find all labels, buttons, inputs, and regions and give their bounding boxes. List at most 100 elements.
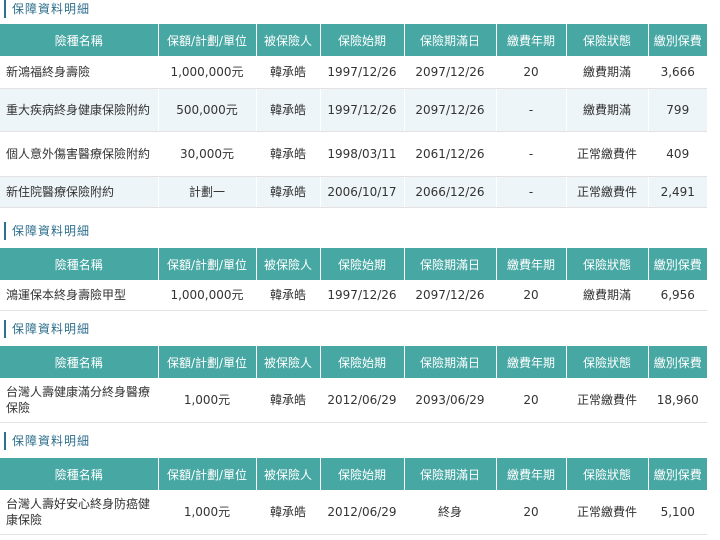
col-header-status: 保險狀態 [566, 248, 649, 280]
maturity-date-cell: 2097/12/26 [404, 56, 497, 89]
premium-cell: 6,956 [648, 280, 707, 311]
table-header-row: 險種名稱 保額/計劃/單位 被保險人 保險始期 保險期滿日 繳費年期 保險狀態 … [0, 458, 707, 490]
section-title: 保障資料明細 [4, 432, 707, 450]
amount-cell: 30,000元 [158, 131, 257, 177]
col-header-start-date: 保險始期 [320, 248, 405, 280]
col-header-insured: 被保險人 [256, 346, 321, 378]
insured-cell: 韓承皓 [256, 88, 321, 132]
premium-cell: 5,100 [648, 490, 707, 535]
status-cell: 繳費期滿 [566, 88, 649, 132]
coverage-section-2: 保障資料明細 險種名稱 保額/計劃/單位 被保險人 保險始期 保險期滿日 繳費年… [0, 222, 707, 311]
col-header-maturity-date: 保險期滿日 [404, 248, 497, 280]
table-header-row: 險種名稱 保額/計劃/單位 被保險人 保險始期 保險期滿日 繳費年期 保險狀態 … [0, 346, 707, 378]
col-header-payment-years: 繳費年期 [496, 24, 567, 56]
start-date-cell: 1997/12/26 [320, 56, 405, 89]
col-header-maturity-date: 保險期滿日 [404, 346, 497, 378]
status-cell: 繳費期滿 [566, 280, 649, 311]
start-date-cell: 2012/06/29 [320, 490, 405, 535]
insured-cell: 韓承皓 [256, 490, 321, 535]
policy-name-cell: 重大疾病終身健康保險附約 [0, 88, 159, 132]
policy-name-cell: 台灣人壽好安心終身防癌健康保險 [0, 490, 159, 535]
section-title: 保障資料明細 [4, 320, 707, 338]
start-date-cell: 2006/10/17 [320, 176, 405, 208]
amount-cell: 500,000元 [158, 88, 257, 132]
amount-cell: 1,000元 [158, 490, 257, 535]
status-cell: 正常繳費件 [566, 490, 649, 535]
col-header-amount: 保額/計劃/單位 [158, 346, 257, 378]
table-header-row: 險種名稱 保額/計劃/單位 被保險人 保險始期 保險期滿日 繳費年期 保險狀態 … [0, 24, 707, 56]
premium-cell: 2,491 [648, 176, 707, 208]
policy-name-cell: 個人意外傷害醫療保險附約 [0, 131, 159, 177]
coverage-section-4: 保障資料明細 險種名稱 保額/計劃/單位 被保險人 保險始期 保險期滿日 繳費年… [0, 432, 707, 535]
payment-years-cell: 20 [496, 280, 567, 311]
table-header-row: 險種名稱 保額/計劃/單位 被保險人 保險始期 保險期滿日 繳費年期 保險狀態 … [0, 248, 707, 280]
status-cell: 正常繳費件 [566, 378, 649, 423]
table-row: 台灣人壽好安心終身防癌健康保險 1,000元 韓承皓 2012/06/29 終身… [0, 490, 707, 535]
col-header-policy-name: 險種名稱 [0, 24, 159, 56]
coverage-section-3: 保障資料明細 險種名稱 保額/計劃/單位 被保險人 保險始期 保險期滿日 繳費年… [0, 320, 707, 423]
premium-cell: 18,960 [648, 378, 707, 423]
col-header-payment-years: 繳費年期 [496, 346, 567, 378]
amount-cell: 1,000,000元 [158, 56, 257, 89]
status-cell: 正常繳費件 [566, 176, 649, 208]
col-header-payment-years: 繳費年期 [496, 458, 567, 490]
col-header-amount: 保額/計劃/單位 [158, 248, 257, 280]
payment-years-cell: 20 [496, 56, 567, 89]
start-date-cell: 1998/03/11 [320, 131, 405, 177]
insured-cell: 韓承皓 [256, 280, 321, 311]
insured-cell: 韓承皓 [256, 131, 321, 177]
table-row: 新住院醫療保險附約 計劃一 韓承皓 2006/10/17 2066/12/26 … [0, 176, 707, 208]
col-header-amount: 保額/計劃/單位 [158, 24, 257, 56]
table-row: 個人意外傷害醫療保險附約 30,000元 韓承皓 1998/03/11 2061… [0, 131, 707, 177]
payment-years-cell: - [496, 176, 567, 208]
col-header-policy-name: 險種名稱 [0, 458, 159, 490]
col-header-premium: 繳別保費 [648, 346, 707, 378]
payment-years-cell: - [496, 131, 567, 177]
start-date-cell: 1997/12/26 [320, 88, 405, 132]
col-header-insured: 被保險人 [256, 24, 321, 56]
insured-cell: 韓承皓 [256, 56, 321, 89]
col-header-start-date: 保險始期 [320, 24, 405, 56]
amount-cell: 計劃一 [158, 176, 257, 208]
col-header-payment-years: 繳費年期 [496, 248, 567, 280]
col-header-premium: 繳別保費 [648, 458, 707, 490]
policy-name-cell: 新鴻福終身壽險 [0, 56, 159, 89]
col-header-maturity-date: 保險期滿日 [404, 24, 497, 56]
col-header-insured: 被保險人 [256, 248, 321, 280]
col-header-maturity-date: 保險期滿日 [404, 458, 497, 490]
coverage-table: 險種名稱 保額/計劃/單位 被保險人 保險始期 保險期滿日 繳費年期 保險狀態 … [0, 248, 707, 311]
section-title: 保障資料明細 [4, 222, 707, 240]
col-header-policy-name: 險種名稱 [0, 248, 159, 280]
section-title: 保障資料明細 [4, 0, 707, 18]
premium-cell: 799 [648, 88, 707, 132]
premium-cell: 3,666 [648, 56, 707, 89]
start-date-cell: 2012/06/29 [320, 378, 405, 423]
maturity-date-cell: 終身 [404, 490, 497, 535]
col-header-status: 保險狀態 [566, 346, 649, 378]
col-header-insured: 被保險人 [256, 458, 321, 490]
coverage-table: 險種名稱 保額/計劃/單位 被保險人 保險始期 保險期滿日 繳費年期 保險狀態 … [0, 346, 707, 423]
col-header-premium: 繳別保費 [648, 248, 707, 280]
col-header-status: 保險狀態 [566, 24, 649, 56]
payment-years-cell: - [496, 88, 567, 132]
insured-cell: 韓承皓 [256, 176, 321, 208]
amount-cell: 1,000,000元 [158, 280, 257, 311]
col-header-start-date: 保險始期 [320, 458, 405, 490]
coverage-section-1: 保障資料明細 險種名稱 保額/計劃/單位 被保險人 保險始期 保險期滿日 繳費年… [0, 0, 707, 208]
coverage-table: 險種名稱 保額/計劃/單位 被保險人 保險始期 保險期滿日 繳費年期 保險狀態 … [0, 24, 707, 208]
payment-years-cell: 20 [496, 378, 567, 423]
table-row: 重大疾病終身健康保險附約 500,000元 韓承皓 1997/12/26 209… [0, 88, 707, 132]
maturity-date-cell: 2093/06/29 [404, 378, 497, 423]
start-date-cell: 1997/12/26 [320, 280, 405, 311]
insured-cell: 韓承皓 [256, 378, 321, 423]
coverage-table: 險種名稱 保額/計劃/單位 被保險人 保險始期 保險期滿日 繳費年期 保險狀態 … [0, 458, 707, 535]
status-cell: 繳費期滿 [566, 56, 649, 89]
maturity-date-cell: 2066/12/26 [404, 176, 497, 208]
policy-name-cell: 台灣人壽健康滿分終身醫療保險 [0, 378, 159, 423]
maturity-date-cell: 2061/12/26 [404, 131, 497, 177]
col-header-amount: 保額/計劃/單位 [158, 458, 257, 490]
maturity-date-cell: 2097/12/26 [404, 280, 497, 311]
col-header-policy-name: 險種名稱 [0, 346, 159, 378]
payment-years-cell: 20 [496, 490, 567, 535]
table-row: 台灣人壽健康滿分終身醫療保險 1,000元 韓承皓 2012/06/29 209… [0, 378, 707, 423]
